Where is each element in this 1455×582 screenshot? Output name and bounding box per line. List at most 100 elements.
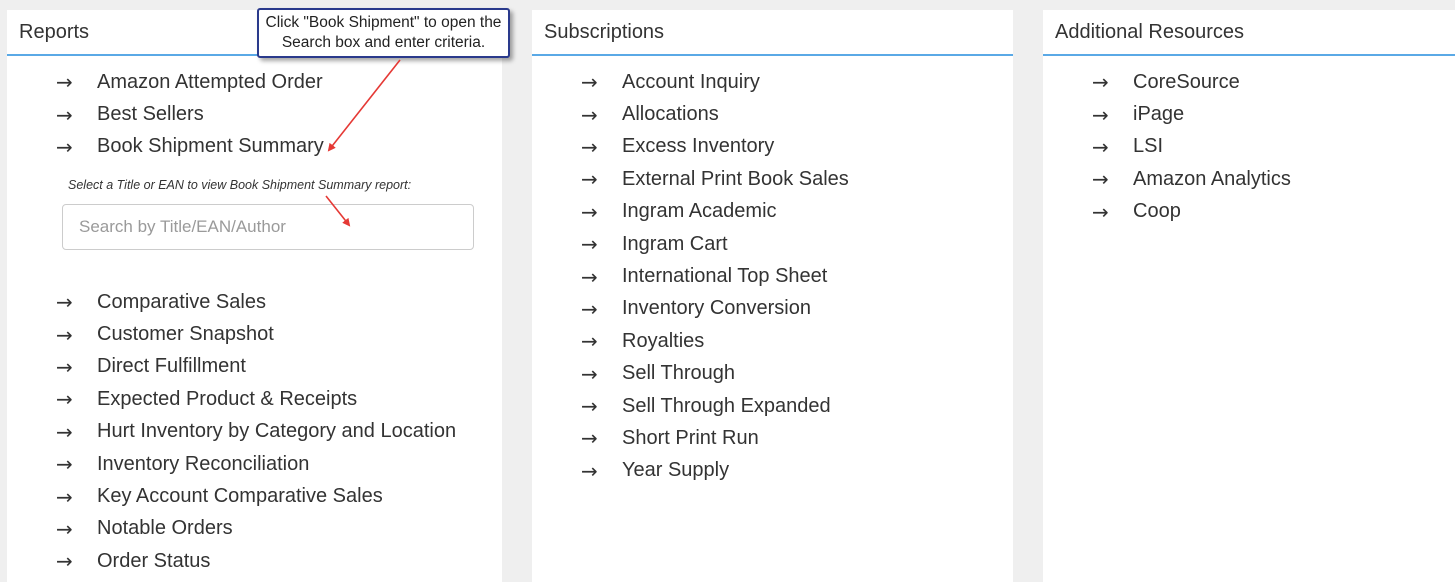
resource-link[interactable]: → CoreSource (1043, 66, 1455, 98)
subscriptions-header: Subscriptions (532, 10, 1013, 56)
report-link-label: Amazon Attempted Order (97, 70, 323, 93)
subscription-link[interactable]: → Excess Inventory (532, 131, 1013, 163)
report-link-label: Expected Product & Receipts (97, 387, 358, 410)
arrow-right-icon: → (56, 387, 73, 412)
subscription-link-label: External Print Book Sales (622, 167, 849, 190)
reports-list-top: → Amazon Attempted Order → Best Sellers → B… (7, 66, 502, 163)
arrow-right-icon: → (56, 70, 73, 95)
resource-link-label: LSI (1133, 135, 1164, 158)
arrow-right-icon: → (1092, 134, 1109, 159)
report-link[interactable]: → Key Account Comparative Sales (7, 480, 502, 512)
arrow-right-icon: → (56, 419, 73, 444)
arrow-right-icon: → (1092, 102, 1109, 127)
report-link[interactable]: → Customer Snapshot (7, 318, 502, 350)
report-link[interactable]: → Hurt Inventory by Category and Location (7, 416, 502, 448)
arrow-right-icon: → (581, 329, 598, 354)
arrow-right-icon: → (56, 102, 73, 127)
subscription-link[interactable]: → Account Inquiry (532, 66, 1013, 98)
arrow-right-icon: → (56, 484, 73, 509)
report-link-label: Customer Snapshot (97, 323, 274, 346)
report-link-label: Hurt Inventory by Category and Location (97, 420, 457, 443)
arrow-right-icon: → (56, 452, 73, 477)
arrow-right-icon: → (1092, 199, 1109, 224)
resource-link[interactable]: → LSI (1043, 131, 1455, 163)
arrow-right-icon: → (1092, 167, 1109, 192)
subscription-link-label: Ingram Academic (622, 200, 777, 223)
arrow-right-icon: → (581, 70, 598, 95)
subscription-link-label: Excess Inventory (622, 135, 775, 158)
arrow-right-icon: → (581, 361, 598, 386)
resource-link-label: Coop (1133, 200, 1181, 223)
callout-line-2: Search box and enter criteria. (281, 34, 486, 51)
arrow-right-icon: → (581, 458, 598, 483)
subscription-link-label: Year Supply (622, 459, 730, 482)
report-link-label: Notable Orders (97, 517, 233, 540)
subscription-link-label: Short Print Run (622, 426, 759, 449)
report-link-label: Comparative Sales (97, 290, 266, 313)
resource-link-label: iPage (1133, 103, 1185, 126)
resource-link[interactable]: → iPage (1043, 98, 1455, 130)
callout-line-1: Click "Book Shipment" to open the (265, 14, 502, 31)
arrow-right-icon: → (581, 296, 598, 321)
subscriptions-panel: Subscriptions → Account Inquiry → Allocati… (532, 10, 1013, 582)
arrow-right-icon: → (56, 290, 73, 315)
subscription-link[interactable]: → Year Supply (532, 455, 1013, 487)
subscription-link[interactable]: → Sell Through (532, 358, 1013, 390)
resources-header: Additional Resources (1043, 10, 1455, 56)
subscription-link-label: Allocations (622, 103, 719, 126)
report-link[interactable]: → Inventory Reconciliation (7, 448, 502, 480)
report-link-label: Key Account Comparative Sales (97, 485, 383, 508)
arrow-right-icon: → (56, 134, 73, 159)
arrow-right-icon: → (581, 394, 598, 419)
arrow-right-icon: → (581, 426, 598, 451)
arrow-right-icon: → (56, 322, 73, 347)
subscription-link[interactable]: → Ingram Cart (532, 228, 1013, 260)
title-ean-search-input[interactable] (62, 204, 474, 250)
report-link[interactable]: → Order Status (7, 545, 502, 577)
resources-list: → CoreSource → iPage → LSI → Amazon Analytic… (1043, 66, 1455, 228)
subscription-link[interactable]: → Inventory Conversion (532, 293, 1013, 325)
report-link-label: Direct Fulfillment (97, 355, 246, 378)
arrow-right-icon: → (56, 354, 73, 379)
subscription-link[interactable]: → Ingram Academic (532, 196, 1013, 228)
subscription-link-label: Inventory Conversion (622, 297, 811, 320)
subscriptions-list: → Account Inquiry → Allocations → Excess In… (532, 66, 1013, 487)
subscription-link[interactable]: → International Top Sheet (532, 260, 1013, 292)
subscription-link[interactable]: → Royalties (532, 325, 1013, 357)
subscription-link[interactable]: → Allocations (532, 98, 1013, 130)
arrow-right-icon: → (581, 167, 598, 192)
arrow-right-icon: → (1092, 70, 1109, 95)
report-link[interactable]: → Best Sellers (7, 98, 502, 130)
subscription-link[interactable]: → Sell Through Expanded (532, 390, 1013, 422)
report-link[interactable]: → Direct Fulfillment (7, 351, 502, 383)
subscription-link-label: Sell Through Expanded (622, 394, 831, 417)
report-link[interactable]: → Amazon Attempted Order (7, 66, 502, 98)
resource-link[interactable]: → Amazon Analytics (1043, 163, 1455, 195)
report-link-label: Order Status (97, 549, 211, 572)
arrow-right-icon: → (581, 134, 598, 159)
report-link-label: Inventory Reconciliation (97, 452, 310, 475)
arrow-right-icon: → (56, 516, 73, 541)
arrow-right-icon: → (581, 102, 598, 127)
resources-panel: Additional Resources → CoreSource → iPage … (1043, 10, 1455, 582)
resource-link-label: Amazon Analytics (1133, 167, 1291, 190)
report-link-label: Best Sellers (97, 103, 204, 126)
arrow-right-icon: → (56, 549, 73, 574)
subscription-link-label: Sell Through (622, 362, 736, 385)
report-link-book-shipment-summary[interactable]: → Book Shipment Summary (7, 131, 502, 163)
subscription-link[interactable]: → Short Print Run (532, 422, 1013, 454)
subscription-link-label: International Top Sheet (622, 265, 828, 288)
report-link[interactable]: → Expected Product & Receipts (7, 383, 502, 415)
resource-link-label: CoreSource (1133, 70, 1240, 93)
report-link[interactable]: → Comparative Sales (7, 286, 502, 318)
arrow-right-icon: → (581, 232, 598, 257)
subscription-link[interactable]: → External Print Book Sales (532, 163, 1013, 195)
reports-panel: Reports → Amazon Attempted Order → Best Se… (7, 10, 502, 582)
arrow-right-icon: → (581, 264, 598, 289)
report-link-label: Book Shipment Summary (97, 135, 324, 158)
subscription-link-label: Account Inquiry (622, 70, 760, 93)
report-link[interactable]: → Notable Orders (7, 513, 502, 545)
subscription-link-label: Ingram Cart (622, 232, 728, 255)
subscription-link-label: Royalties (622, 329, 705, 352)
resource-link[interactable]: → Coop (1043, 196, 1455, 228)
